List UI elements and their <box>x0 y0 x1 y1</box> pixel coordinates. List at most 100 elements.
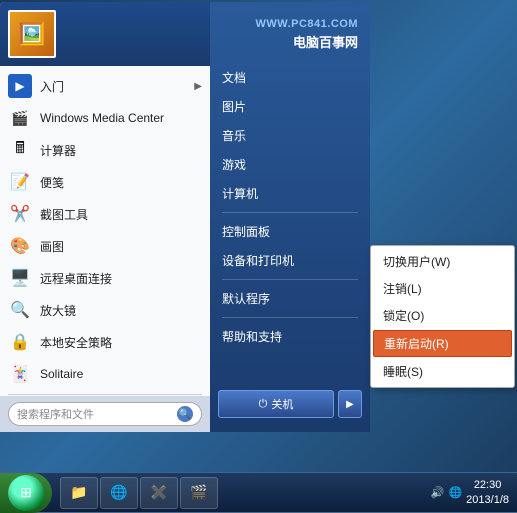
menu-item-paint[interactable]: 🎨 画图 <box>0 230 210 262</box>
snip-icon: ✂️ <box>8 202 32 226</box>
submenu-signout[interactable]: 注销(L) <box>371 275 514 302</box>
windows-logo: ⊞ <box>20 484 32 501</box>
search-button[interactable]: 🔍 <box>177 406 193 422</box>
clock: 22:30 2013/1/8 <box>466 478 509 507</box>
intro-icon: ▶ <box>8 74 32 98</box>
submenu-sleep[interactable]: 睡眠(S) <box>371 358 514 385</box>
menu-separator <box>8 394 202 395</box>
wmc-label: Windows Media Center <box>40 111 202 125</box>
menu-item-intro[interactable]: ▶ 入门 ▶ <box>0 70 210 102</box>
start-menu-left: 🖼️ ▶ 入门 ▶ 🎬 Windows Media Center 🖩 计 <box>0 2 210 432</box>
switch-user-label: 切换用户(W) <box>383 253 450 270</box>
desktop-content: 🖼️ ▶ 入门 ▶ 🎬 Windows Media Center 🖩 计 <box>0 0 517 472</box>
brand-name: 电脑百事网 <box>222 32 358 51</box>
start-menu: 🖼️ ▶ 入门 ▶ 🎬 Windows Media Center 🖩 计 <box>0 2 370 432</box>
right-item-computer[interactable]: 计算机 <box>210 179 370 208</box>
devices-label: 设备和打印机 <box>222 252 294 269</box>
start-menu-list: ▶ 入门 ▶ 🎬 Windows Media Center 🖩 计算器 📝 <box>0 66 210 396</box>
tray-network-icon[interactable]: 🌐 <box>448 486 462 499</box>
taskbar-item-media[interactable]: 🎬 <box>180 477 218 509</box>
music-label: 音乐 <box>222 127 246 144</box>
power-icon: ⏻ <box>259 398 268 411</box>
taskbar-item-ie[interactable]: 🌐 <box>100 477 138 509</box>
right-item-games[interactable]: 游戏 <box>210 150 370 179</box>
secpol-icon: 🔒 <box>8 330 32 354</box>
calc-label: 计算器 <box>40 142 202 159</box>
right-item-defaults[interactable]: 默认程序 <box>210 284 370 313</box>
media-icon: 🎬 <box>189 483 209 503</box>
intro-arrow: ▶ <box>194 81 202 92</box>
arrow-icon: ▶ <box>346 399 354 410</box>
snip-label: 截图工具 <box>40 206 202 223</box>
rdp-icon: 🖥️ <box>8 266 32 290</box>
solitaire-icon: 🃏 <box>8 362 32 386</box>
taskbar-item-winamp[interactable]: ✖️ <box>140 477 178 509</box>
right-separator-1 <box>222 212 358 213</box>
brand-area: WWW.PC841.COM 电脑百事网 <box>210 10 370 63</box>
right-item-music[interactable]: 音乐 <box>210 121 370 150</box>
submenu-lock[interactable]: 锁定(O) <box>371 302 514 329</box>
shutdown-row: ⏻ 关机 ▶ 切换用户(W) 注销(L) <box>210 384 370 424</box>
taskbar-tray: 🔊 🌐 22:30 2013/1/8 <box>423 473 517 512</box>
computer-label: 计算机 <box>222 185 258 202</box>
winamp-icon: ✖️ <box>149 483 169 503</box>
start-menu-right: WWW.PC841.COM 电脑百事网 文档 图片 音乐 游戏 计算机 <box>210 2 370 432</box>
shutdown-arrow-button[interactable]: ▶ <box>338 390 362 418</box>
intro-label: 入门 <box>40 78 186 95</box>
help-label: 帮助和支持 <box>222 328 282 345</box>
search-area: 搜索程序和文件 🔍 <box>0 396 210 432</box>
menu-item-magnify[interactable]: 🔍 放大镜 <box>0 294 210 326</box>
taskbar: ⊞ 📁 🌐 ✖️ 🎬 🔊 🌐 22:30 2013/1/8 <box>0 472 517 512</box>
shutdown-label: 关机 <box>271 396 293 412</box>
menu-item-snip[interactable]: ✂️ 截图工具 <box>0 198 210 230</box>
taskbar-item-folder[interactable]: 📁 <box>60 477 98 509</box>
clock-time: 22:30 <box>466 478 509 492</box>
right-item-devices[interactable]: 设备和打印机 <box>210 246 370 275</box>
start-orb: ⊞ <box>8 475 44 511</box>
shutdown-submenu: 切换用户(W) 注销(L) 锁定(O) 重新启动(R) 睡眠(S) <box>370 245 515 388</box>
shutdown-button[interactable]: ⏻ 关机 <box>218 390 334 418</box>
menu-item-rdp[interactable]: 🖥️ 远程桌面连接 <box>0 262 210 294</box>
lock-label: 锁定(O) <box>383 307 424 324</box>
menu-item-notes[interactable]: 📝 便笺 <box>0 166 210 198</box>
documents-label: 文档 <box>222 69 246 86</box>
right-item-pictures[interactable]: 图片 <box>210 92 370 121</box>
games-label: 游戏 <box>222 156 246 173</box>
control-label: 控制面板 <box>222 223 270 240</box>
desktop: 🖼️ ▶ 入门 ▶ 🎬 Windows Media Center 🖩 计 <box>0 0 517 512</box>
right-separator-2 <box>222 279 358 280</box>
right-item-help[interactable]: 帮助和支持 <box>210 322 370 351</box>
magnify-label: 放大镜 <box>40 302 202 319</box>
solitaire-label: Solitaire <box>40 367 202 381</box>
right-item-control[interactable]: 控制面板 <box>210 217 370 246</box>
notes-label: 便笺 <box>40 174 202 191</box>
submenu-switch-user[interactable]: 切换用户(W) <box>371 248 514 275</box>
menu-item-wmc[interactable]: 🎬 Windows Media Center <box>0 102 210 134</box>
search-placeholder: 搜索程序和文件 <box>17 406 94 422</box>
menu-item-solitaire[interactable]: 🃏 Solitaire <box>0 358 210 390</box>
secpol-label: 本地安全策略 <box>40 334 202 351</box>
search-icon: 🔍 <box>179 409 191 420</box>
pictures-label: 图片 <box>222 98 246 115</box>
start-menu-top: 🖼️ <box>0 2 210 66</box>
magnify-icon: 🔍 <box>8 298 32 322</box>
taskbar-items: 📁 🌐 ✖️ 🎬 <box>56 473 423 512</box>
start-button[interactable]: ⊞ <box>0 473 52 513</box>
clock-date: 2013/1/8 <box>466 493 509 507</box>
paint-icon: 🎨 <box>8 234 32 258</box>
menu-item-secpol[interactable]: 🔒 本地安全策略 <box>0 326 210 358</box>
menu-item-calc[interactable]: 🖩 计算器 <box>0 134 210 166</box>
search-box[interactable]: 搜索程序和文件 🔍 <box>8 402 202 426</box>
notes-icon: 📝 <box>8 170 32 194</box>
restart-label: 重新启动(R) <box>384 335 449 352</box>
right-item-documents[interactable]: 文档 <box>210 63 370 92</box>
calc-icon: 🖩 <box>8 138 32 162</box>
brand-url: WWW.PC841.COM <box>222 18 358 30</box>
right-separator-3 <box>222 317 358 318</box>
submenu-restart[interactable]: 重新启动(R) <box>373 330 512 357</box>
signout-label: 注销(L) <box>383 280 422 297</box>
wmc-icon: 🎬 <box>8 106 32 130</box>
tray-sound-icon[interactable]: 🔊 <box>431 486 445 499</box>
paint-label: 画图 <box>40 238 202 255</box>
rdp-label: 远程桌面连接 <box>40 270 202 287</box>
